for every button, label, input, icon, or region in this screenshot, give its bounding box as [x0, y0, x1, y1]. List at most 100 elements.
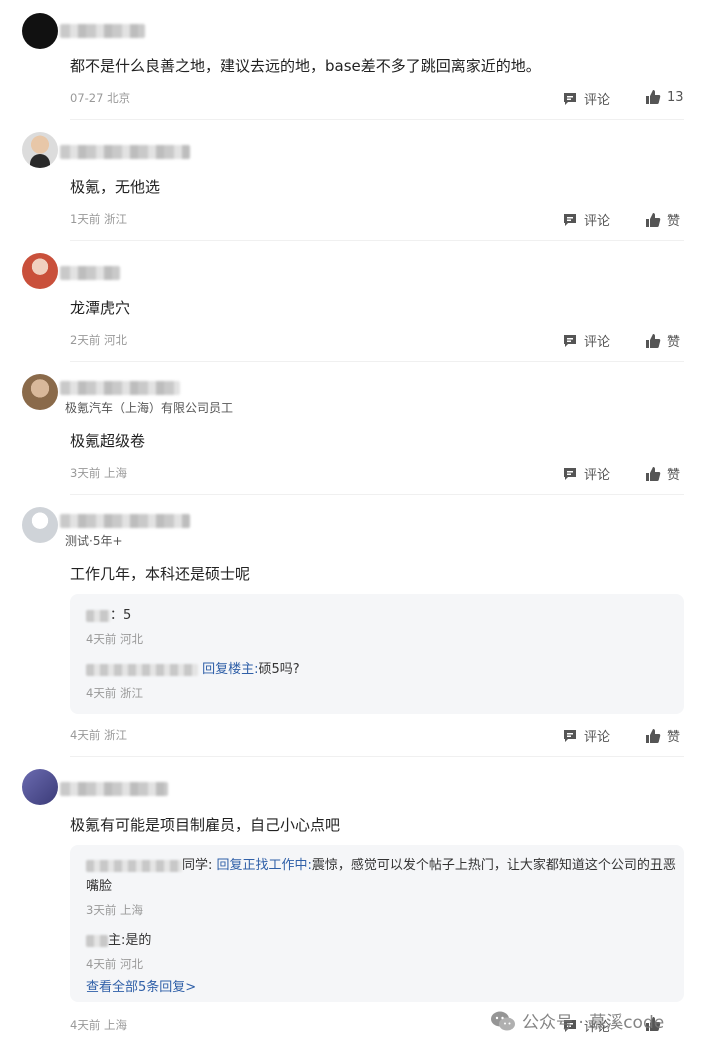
- comment-meta: 4天前 浙江: [70, 727, 127, 743]
- reply-to-link[interactable]: 回复楼主:: [202, 662, 258, 677]
- reply-location: 浙江: [119, 686, 143, 700]
- reply: ：5: [86, 604, 131, 623]
- username-redacted[interactable]: [60, 266, 120, 280]
- like-button-label: 赞: [667, 214, 681, 229]
- reply: 同学: 回复正找工作中:震惊，感觉可以发个帖子上热门，让大家都知道这个公司的丑恶…: [86, 855, 676, 897]
- comment-button-label: 评论: [584, 468, 611, 483]
- reply-meta: 4天前 河北: [86, 956, 143, 972]
- comment-meta: 4天前 上海: [70, 1017, 127, 1033]
- comment-location: 浙江: [103, 728, 127, 742]
- comment-text: 极氪有可能是项目制雇员，自己小心点吧: [70, 816, 341, 834]
- like-button-label: 赞: [667, 730, 681, 745]
- thumbs-up-icon: [646, 333, 661, 348]
- divider: [70, 361, 684, 362]
- like-button[interactable]: 赞: [645, 210, 680, 229]
- avatar[interactable]: [22, 253, 58, 289]
- like-button[interactable]: 13: [645, 89, 684, 105]
- like-count: 13: [667, 89, 684, 105]
- comment-meta: 07-27 北京: [70, 90, 130, 106]
- reply-date: 3天前: [86, 903, 117, 917]
- view-all-replies-link[interactable]: 查看全部5条回复>: [86, 976, 196, 995]
- divider: [70, 240, 684, 241]
- wechat-icon: [491, 1011, 515, 1030]
- comment-text: 都不是什么良善之地，建议去远的地，base差不多了跳回离家近的地。: [70, 57, 541, 75]
- comment-button[interactable]: 评论: [562, 210, 610, 229]
- comment-location: 上海: [103, 1018, 127, 1032]
- avatar[interactable]: [22, 507, 58, 543]
- reply-date: 4天前: [86, 686, 117, 700]
- reply-text: 是的: [125, 933, 152, 948]
- username-redacted[interactable]: [60, 782, 168, 796]
- comment-date: 1天前: [70, 212, 101, 226]
- comment-icon: [564, 729, 576, 742]
- comment-location: 上海: [103, 466, 127, 480]
- comment-date: 2天前: [70, 333, 101, 347]
- user-subtitle: 测试·5年+: [65, 534, 123, 548]
- reply-user-redacted[interactable]: [86, 609, 110, 622]
- comment-icon: [564, 92, 576, 105]
- reply-date: 4天前: [86, 957, 117, 971]
- comment-date: 4天前: [70, 1018, 101, 1032]
- comment-location: 浙江: [103, 212, 127, 226]
- thumbs-up-icon: [646, 212, 661, 227]
- reply-text: 硕5吗?: [258, 662, 300, 677]
- comment-button-label: 评论: [584, 93, 611, 108]
- comment-button[interactable]: 评论: [562, 464, 610, 483]
- comment-icon: [564, 467, 576, 480]
- avatar[interactable]: [22, 132, 58, 168]
- username-redacted[interactable]: [60, 381, 180, 395]
- username-redacted[interactable]: [60, 514, 190, 528]
- comment-text: 工作几年，本科还是硕士呢: [70, 565, 251, 583]
- comment-button-label: 评论: [584, 730, 611, 745]
- like-button[interactable]: 赞: [645, 331, 680, 350]
- comment-text: 极氪，无他选: [70, 178, 161, 196]
- like-button[interactable]: 赞: [645, 464, 680, 483]
- reply-box: 同学: 回复正找工作中:震惊，感觉可以发个帖子上热门，让大家都知道这个公司的丑恶…: [70, 845, 684, 1002]
- comment-icon: [564, 334, 576, 347]
- reply-prefix: 同学:: [182, 858, 213, 873]
- thumbs-up-icon: [646, 466, 661, 481]
- user-subtitle: 极氪汽车（上海）有限公司员工: [65, 401, 234, 415]
- avatar[interactable]: [22, 374, 58, 410]
- comment-button-label: 评论: [584, 335, 611, 350]
- avatar[interactable]: [22, 13, 58, 49]
- watermark-text: 公众号 · 慕溪code: [522, 1013, 665, 1033]
- username-redacted[interactable]: [60, 145, 190, 159]
- comment-button[interactable]: 评论: [562, 726, 610, 745]
- comment-text: 龙潭虎穴: [70, 299, 131, 317]
- comment-button-label: 评论: [584, 214, 611, 229]
- reply-user-redacted[interactable]: [86, 663, 198, 676]
- thumbs-up-icon: [646, 728, 661, 743]
- reply-to-link[interactable]: 回复正找工作中:: [217, 858, 312, 873]
- comment-meta: 1天前 浙江: [70, 211, 127, 227]
- reply-location: 河北: [119, 632, 143, 646]
- reply: 回复楼主:硕5吗?: [86, 658, 300, 677]
- comment-date: 3天前: [70, 466, 101, 480]
- comment-icon: [564, 213, 576, 226]
- reply: 主:是的: [86, 929, 151, 948]
- divider: [70, 119, 684, 120]
- reply-user-redacted[interactable]: [86, 934, 108, 947]
- reply-date: 4天前: [86, 632, 117, 646]
- like-button[interactable]: 赞: [645, 726, 680, 745]
- comment-date: 4天前: [70, 728, 101, 742]
- username-redacted[interactable]: [60, 24, 145, 38]
- reply-meta: 4天前 河北: [86, 631, 143, 647]
- reply-box: ：5 4天前 河北 回复楼主:硕5吗? 4天前 浙江: [70, 594, 684, 714]
- reply-meta: 3天前 上海: [86, 902, 143, 918]
- reply-location: 上海: [119, 903, 143, 917]
- reply-prefix: 主:: [108, 933, 126, 948]
- divider: [70, 494, 684, 495]
- avatar[interactable]: [22, 769, 58, 805]
- comment-button[interactable]: 评论: [562, 331, 610, 350]
- watermark: 公众号 · 慕溪code: [490, 1008, 664, 1033]
- reply-meta: 4天前 浙江: [86, 685, 143, 701]
- comment-text: 极氪超级卷: [70, 432, 146, 450]
- comment-location: 河北: [103, 333, 127, 347]
- divider: [70, 756, 684, 757]
- reply-user-redacted[interactable]: [86, 859, 182, 872]
- reply-location: 河北: [119, 957, 143, 971]
- comment-meta: 3天前 上海: [70, 465, 127, 481]
- comment-button[interactable]: 评论: [562, 89, 610, 108]
- comment-location: 北京: [107, 91, 131, 105]
